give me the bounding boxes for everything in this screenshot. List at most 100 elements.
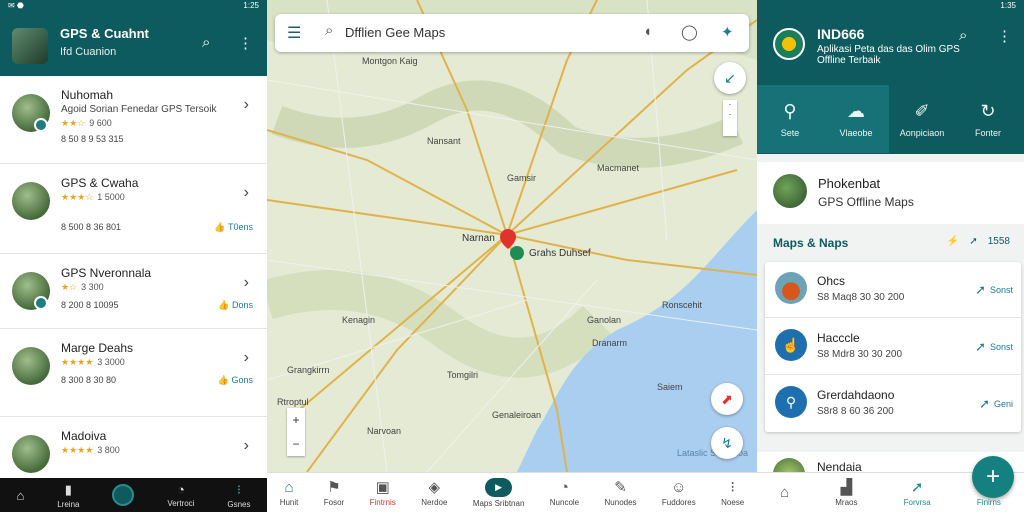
nav-library[interactable]: ▮ Lreina bbox=[57, 482, 79, 509]
map-label: Narvoan bbox=[367, 426, 402, 436]
thumbs-up-icon: 👍 bbox=[218, 300, 230, 310]
map-scale: · · bbox=[723, 100, 737, 136]
action-weather[interactable]: ☁ Vlaeobe bbox=[823, 85, 889, 153]
item-stat[interactable]: ➚ Sonst bbox=[975, 339, 1013, 355]
more-icon[interactable]: ⋮ bbox=[997, 27, 1012, 45]
layers-icon[interactable]: ◯ bbox=[681, 23, 698, 41]
add-button[interactable]: + bbox=[972, 456, 1014, 498]
action-fonter[interactable]: ↻ Fonter bbox=[955, 85, 1021, 153]
verified-badge-icon bbox=[34, 296, 48, 310]
nav-games[interactable]: ⁝ Gsnes bbox=[227, 482, 250, 509]
nav-flag[interactable]: ⚑ Fosor bbox=[324, 478, 344, 507]
status-bar: 1:35 bbox=[1000, 0, 1016, 10]
nav-maps[interactable]: ▶ Maps Sribtnan bbox=[473, 477, 524, 508]
item-stat[interactable]: ➚ Sonst bbox=[975, 282, 1013, 298]
more-icon: ⁝ bbox=[730, 479, 736, 496]
screenshot-root: ✉ ⬣ 1:25 GPS & Cuahnt Ifd Cuanion ⌕ ⋮ Nu… bbox=[0, 0, 1024, 512]
center-action-icon bbox=[112, 484, 135, 506]
app-logo bbox=[773, 28, 805, 60]
list-item[interactable]: GPS Nveronnala ★☆ 3 300 8 200 8 10095 › 👍… bbox=[0, 254, 267, 329]
rating-stars: ★★☆ 9 600 bbox=[61, 118, 112, 128]
zoom-out-icon[interactable]: − bbox=[292, 437, 299, 451]
item-meta: 8 200 8 10095 bbox=[61, 300, 119, 310]
item-name: GPS Nveronnala bbox=[61, 266, 152, 280]
nav-saved[interactable]: ▣ Fintrnis bbox=[370, 478, 396, 507]
item-name: Nuhomah bbox=[61, 88, 114, 102]
action-application[interactable]: ✐ Aonpiciaon bbox=[889, 85, 955, 153]
map-label: Genaleiroan bbox=[492, 410, 542, 420]
nav-updates[interactable]: ◔ Vertroci bbox=[167, 482, 194, 508]
search-icon[interactable]: ⌕ bbox=[959, 27, 967, 44]
bookmark-icon: ▣ bbox=[375, 479, 390, 496]
pin-icon: ⚲ bbox=[775, 386, 807, 418]
nav-more[interactable]: ⁝ Noese bbox=[721, 478, 744, 507]
app-header: GPS & Cuahnt Ifd Cuanion ⌕ ⋮ bbox=[0, 10, 267, 76]
nav-home[interactable]: ⌂ Hunit bbox=[280, 479, 299, 507]
search-icon: ⌕ bbox=[325, 22, 334, 39]
share-route-button[interactable]: ↯ bbox=[711, 427, 743, 459]
list-item[interactable]: Ohcs S8 Maq8 30 30 200 ➚ Sonst bbox=[765, 262, 1021, 318]
walk-icon[interactable]: ⚡ bbox=[947, 236, 959, 247]
plus-icon: + bbox=[985, 463, 1000, 490]
map-label: Montgon Kaig bbox=[362, 56, 418, 66]
like-count[interactable]: 👍 T0ens bbox=[214, 222, 253, 233]
item-date: S8r8 8 60 36 200 bbox=[817, 406, 894, 417]
map-canvas[interactable] bbox=[267, 0, 757, 472]
action-set[interactable]: ⚲ Sete bbox=[757, 85, 823, 153]
nav-favorites[interactable]: ➚ Forvrsa bbox=[904, 478, 931, 507]
nav-home[interactable]: ⌂ bbox=[780, 484, 789, 501]
list-item[interactable]: Madoiva ★★★★ 3 800 › bbox=[0, 417, 267, 487]
chat-icon: ◔ bbox=[176, 482, 185, 497]
item-stat[interactable]: ➚ Geni bbox=[979, 396, 1013, 412]
map-bottom-nav: ⌂ Hunit ⚑ Fosor ▣ Fintrnis ◈ Nerdoe ▶ Maps Sr… bbox=[267, 472, 757, 512]
item-name: Ohcs bbox=[817, 274, 846, 288]
map-label: Rtroptul bbox=[277, 397, 309, 407]
route-icon: ↯ bbox=[721, 434, 733, 451]
like-count[interactable]: 👍 Dons bbox=[218, 300, 253, 311]
my-location-button[interactable]: ⬈ bbox=[711, 383, 743, 415]
section-count: 1558 bbox=[987, 236, 1010, 247]
nav-nodes[interactable]: ✎ Nunodes bbox=[605, 478, 637, 507]
nav-nearby[interactable]: ◈ Nerdoe bbox=[421, 478, 447, 507]
featured-card[interactable]: Phokenbat GPS Offline Maps bbox=[757, 162, 1024, 224]
mic-icon[interactable]: ◖ bbox=[643, 23, 652, 40]
list-item[interactable]: GPS & Cwaha ★★★☆ 1 5000 8 500 8 36 801 › … bbox=[0, 164, 267, 254]
map-screen: Narnan Grahs Duhsef Montgon Kaig Gamsir … bbox=[267, 0, 757, 512]
action-bar: ⚲ Sete ☁ Vlaeobe ✐ Aonpiciaon ↻ Fonter bbox=[757, 85, 1024, 153]
item-meta: 8 500 8 36 801 bbox=[61, 222, 122, 232]
nav-center[interactable] bbox=[112, 484, 135, 506]
nav-news[interactable]: ◔ Nuncole bbox=[550, 479, 579, 507]
person-icon: ⁝ bbox=[236, 481, 241, 497]
list-item[interactable]: ☝ Hacccle S8 Mdr8 30 30 200 ➚ Sonst bbox=[765, 319, 1021, 375]
avatar bbox=[12, 182, 50, 220]
compass-button[interactable]: ↙ bbox=[714, 62, 746, 94]
like-count[interactable]: 👍 Gons bbox=[218, 375, 253, 386]
list-item[interactable]: ⚲ Grerdahdaono S8r8 8 60 36 200 ➚ Geni bbox=[765, 376, 1021, 432]
chat-icon: ◔ bbox=[559, 478, 569, 496]
navigate-icon[interactable]: ➚ bbox=[969, 236, 977, 247]
pen-icon: ✐ bbox=[914, 100, 930, 121]
search-query[interactable]: Dfflien Gee Maps bbox=[345, 25, 445, 40]
list-item[interactable]: Nuhomah Agoid Sorian Fenedar GPS Tersoik… bbox=[0, 76, 267, 164]
navigate-icon: ➚ bbox=[975, 282, 986, 297]
nav-maps[interactable]: ▟ Mraos bbox=[835, 478, 857, 507]
item-date: S8 Maq8 30 30 200 bbox=[817, 292, 905, 303]
item-name: Marge Deahs bbox=[61, 341, 134, 355]
zoom-in-icon[interactable]: + bbox=[292, 413, 299, 427]
more-icon[interactable]: ⋮ bbox=[238, 34, 253, 52]
map-search-bar[interactable]: ☰ ⌕ Dfflien Gee Maps ◖ ◯ ✦ bbox=[275, 14, 749, 52]
menu-icon[interactable]: ☰ bbox=[287, 23, 301, 43]
nav-home[interactable]: ⌂ bbox=[16, 488, 24, 503]
search-icon[interactable]: ⌕ bbox=[202, 34, 210, 51]
avatar bbox=[12, 347, 50, 385]
nav-profile[interactable]: ☺ Fuddores bbox=[662, 479, 696, 507]
chevron-right-icon: › bbox=[243, 437, 249, 454]
directions-icon[interactable]: ✦ bbox=[721, 23, 734, 41]
list-item[interactable]: Marge Deahs ★★★★ 3 3000 8 300 8 30 80 › 👍… bbox=[0, 329, 267, 417]
chevron-right-icon: › bbox=[243, 349, 249, 366]
zoom-control[interactable]: + − bbox=[287, 408, 305, 456]
place-marker-icon[interactable] bbox=[510, 246, 524, 260]
featured-name: Phokenbat bbox=[818, 176, 881, 191]
navigate-icon: ➚ bbox=[910, 479, 924, 496]
map-label: Kenagin bbox=[342, 315, 376, 325]
